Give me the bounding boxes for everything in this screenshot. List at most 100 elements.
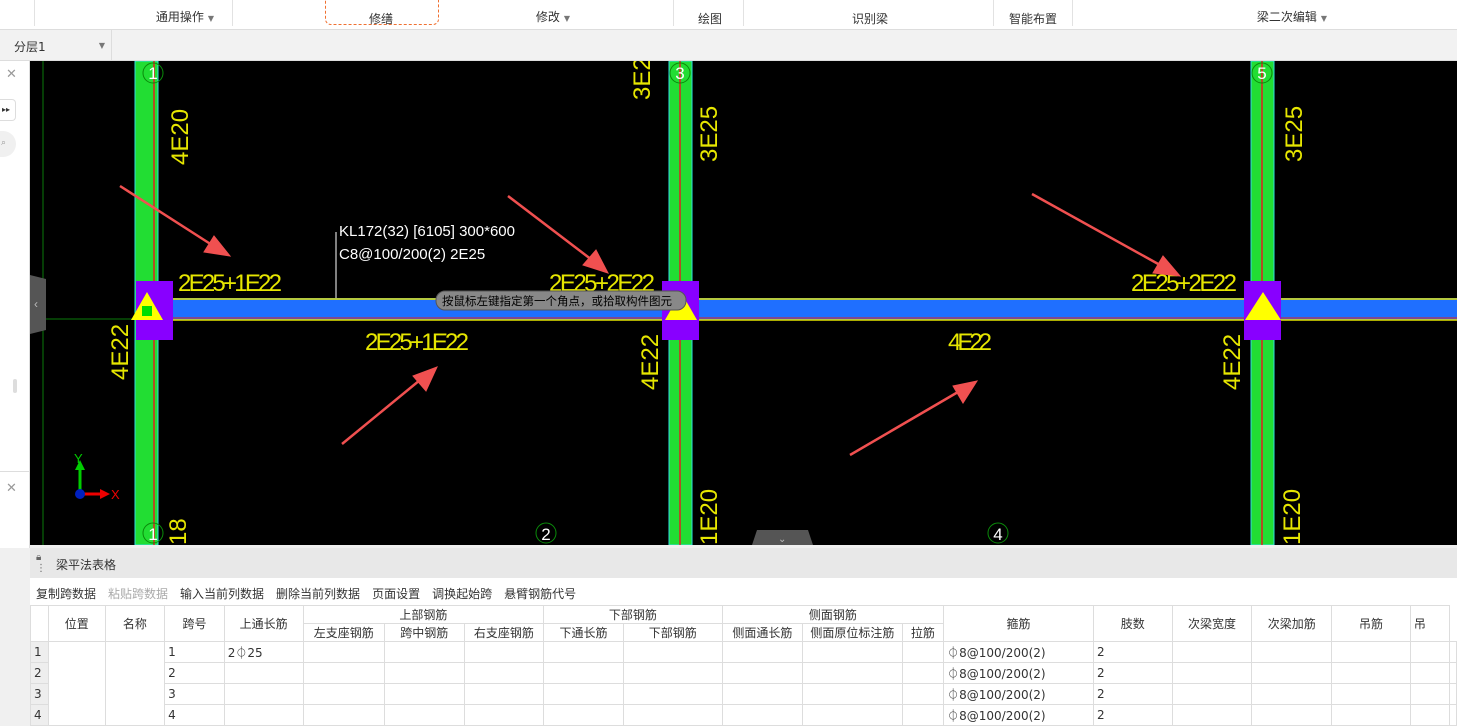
ribbon-group-modify[interactable]: 修改 ▼ xyxy=(536,8,570,25)
table-cell[interactable] xyxy=(1449,704,1457,726)
span-cell[interactable]: 2 xyxy=(164,662,225,684)
scrollbar[interactable] xyxy=(13,379,17,393)
ribbon-group-beam-edit[interactable]: 梁二次编辑 ▼ xyxy=(1257,8,1327,25)
table-row[interactable]: 1 1 2⏀25 ⏀8@100/200(2) 2 xyxy=(30,641,1457,726)
span-cell[interactable]: 3 xyxy=(164,683,225,705)
rebar-cell[interactable] xyxy=(302,704,385,726)
row-number[interactable]: 2 xyxy=(30,662,49,684)
rebar-cell[interactable] xyxy=(302,683,385,705)
rebar-cell[interactable] xyxy=(543,662,624,684)
table-cell[interactable] xyxy=(1409,662,1451,684)
stirrup-cell[interactable]: ⏀8@100/200(2) xyxy=(943,704,1094,726)
table-cell[interactable] xyxy=(1409,704,1451,726)
row-number[interactable]: 4 xyxy=(30,704,49,726)
stirrup-cell[interactable]: ⏀8@100/200(2) xyxy=(943,641,1094,663)
legs-cell[interactable]: 2 xyxy=(1092,704,1173,726)
top-through-cell[interactable] xyxy=(223,704,304,726)
rebar-cell[interactable] xyxy=(543,641,624,663)
table-cell[interactable] xyxy=(1331,641,1411,663)
rebar-cell[interactable] xyxy=(622,662,723,684)
row-number[interactable]: 1 xyxy=(30,641,49,663)
rebar-cell[interactable] xyxy=(543,683,624,705)
table-cell[interactable] xyxy=(1251,704,1333,726)
rebar-cell[interactable] xyxy=(802,704,903,726)
ribbon-group-repair[interactable]: 修缮 xyxy=(369,10,393,27)
rebar-cell[interactable] xyxy=(622,641,723,663)
span-cell[interactable]: 1 xyxy=(164,641,225,663)
rebar-cell[interactable] xyxy=(302,662,385,684)
table-row[interactable]: 4 4 ⏀8@100/200(2) 2 xyxy=(30,704,1457,726)
rebar-cell[interactable] xyxy=(901,704,945,726)
rebar-cell[interactable] xyxy=(901,662,945,684)
collapse-left-panel-button[interactable] xyxy=(30,275,46,334)
table-cell[interactable] xyxy=(1331,662,1411,684)
legs-cell[interactable]: 2 xyxy=(1092,683,1173,705)
table-cell[interactable] xyxy=(1171,683,1253,705)
rebar-cell[interactable] xyxy=(721,704,804,726)
table-cell[interactable] xyxy=(1171,704,1253,726)
top-through-cell[interactable] xyxy=(223,662,304,684)
ribbon-group-general[interactable]: 通用操作 ▼ xyxy=(156,8,214,25)
table-cell[interactable] xyxy=(1171,641,1253,663)
table-cell[interactable] xyxy=(1331,704,1411,726)
page-setup-button[interactable]: 页面设置 xyxy=(372,587,420,601)
span-cell[interactable]: 4 xyxy=(164,704,225,726)
search-icon[interactable]: ⌕ xyxy=(0,131,16,157)
table-cell[interactable] xyxy=(1409,683,1451,705)
ribbon-group-smart-layout[interactable]: 智能布置 xyxy=(1009,10,1057,27)
rebar-cell[interactable] xyxy=(463,641,545,663)
table-cell[interactable] xyxy=(1171,662,1253,684)
rebar-cell[interactable] xyxy=(622,683,723,705)
legs-cell[interactable]: 2 xyxy=(1092,641,1173,663)
top-through-cell[interactable]: 2⏀25 xyxy=(223,641,304,663)
table-cell[interactable] xyxy=(1409,641,1451,663)
name-cell[interactable] xyxy=(104,641,166,726)
expand-icon[interactable]: ▸▸ xyxy=(0,99,16,121)
position-cell[interactable] xyxy=(47,641,106,726)
cantilever-code-button[interactable]: 悬臂钢筋代号 xyxy=(504,587,576,601)
rebar-cell[interactable] xyxy=(463,662,545,684)
rebar-cell[interactable] xyxy=(802,662,903,684)
rebar-cell[interactable] xyxy=(463,704,545,726)
table-cell[interactable] xyxy=(1251,683,1333,705)
delete-column-data-button[interactable]: 删除当前列数据 xyxy=(276,587,360,601)
input-column-data-button[interactable]: 输入当前列数据 xyxy=(180,587,264,601)
drawing-canvas[interactable]: 1 3 5 1 2 4 KL172(32) [6105] 300*600 C8@… xyxy=(30,44,1457,546)
copy-span-data-button[interactable]: 复制跨数据 xyxy=(36,587,96,601)
rebar-cell[interactable] xyxy=(463,683,545,705)
ribbon-group-draw[interactable]: 绘图 xyxy=(698,10,722,27)
rebar-cell[interactable] xyxy=(622,704,723,726)
lock-icon[interactable]: 🔒︎ ⋮ xyxy=(36,552,46,574)
rebar-cell[interactable] xyxy=(802,641,903,663)
rebar-cell[interactable] xyxy=(721,662,804,684)
row-number[interactable]: 3 xyxy=(30,683,49,705)
table-cell[interactable] xyxy=(1251,662,1333,684)
rebar-cell[interactable] xyxy=(721,683,804,705)
rebar-cell[interactable] xyxy=(383,683,465,705)
rebar-cell[interactable] xyxy=(901,683,945,705)
table-cell[interactable] xyxy=(1331,683,1411,705)
rebar-cell[interactable] xyxy=(383,641,465,663)
rebar-cell[interactable] xyxy=(802,683,903,705)
rebar-cell[interactable] xyxy=(383,704,465,726)
close-icon[interactable]: ✕ xyxy=(6,67,17,82)
table-cell[interactable] xyxy=(1251,641,1333,663)
table-cell[interactable] xyxy=(1449,662,1457,684)
layer-select[interactable]: 分层1 ▼ xyxy=(0,30,112,61)
table-row[interactable]: 2 2 ⏀8@100/200(2) 2 xyxy=(30,662,1457,684)
stirrup-cell[interactable]: ⏀8@100/200(2) xyxy=(943,662,1094,684)
rebar-cell[interactable] xyxy=(302,641,385,663)
grip-point[interactable] xyxy=(142,306,152,316)
paste-span-data-button[interactable]: 粘贴跨数据 xyxy=(108,587,168,601)
stirrup-cell[interactable]: ⏀8@100/200(2) xyxy=(943,683,1094,705)
rebar-cell[interactable] xyxy=(901,641,945,663)
rebar-cell[interactable] xyxy=(383,662,465,684)
legs-cell[interactable]: 2 xyxy=(1092,662,1173,684)
table-cell[interactable] xyxy=(1449,683,1457,705)
rebar-cell[interactable] xyxy=(543,704,624,726)
top-through-cell[interactable] xyxy=(223,683,304,705)
table-cell[interactable] xyxy=(1449,641,1457,663)
swap-start-span-button[interactable]: 调换起始跨 xyxy=(432,587,492,601)
table-row[interactable]: 3 3 ⏀8@100/200(2) 2 xyxy=(30,683,1457,705)
close-icon[interactable]: ✕ xyxy=(6,481,17,496)
